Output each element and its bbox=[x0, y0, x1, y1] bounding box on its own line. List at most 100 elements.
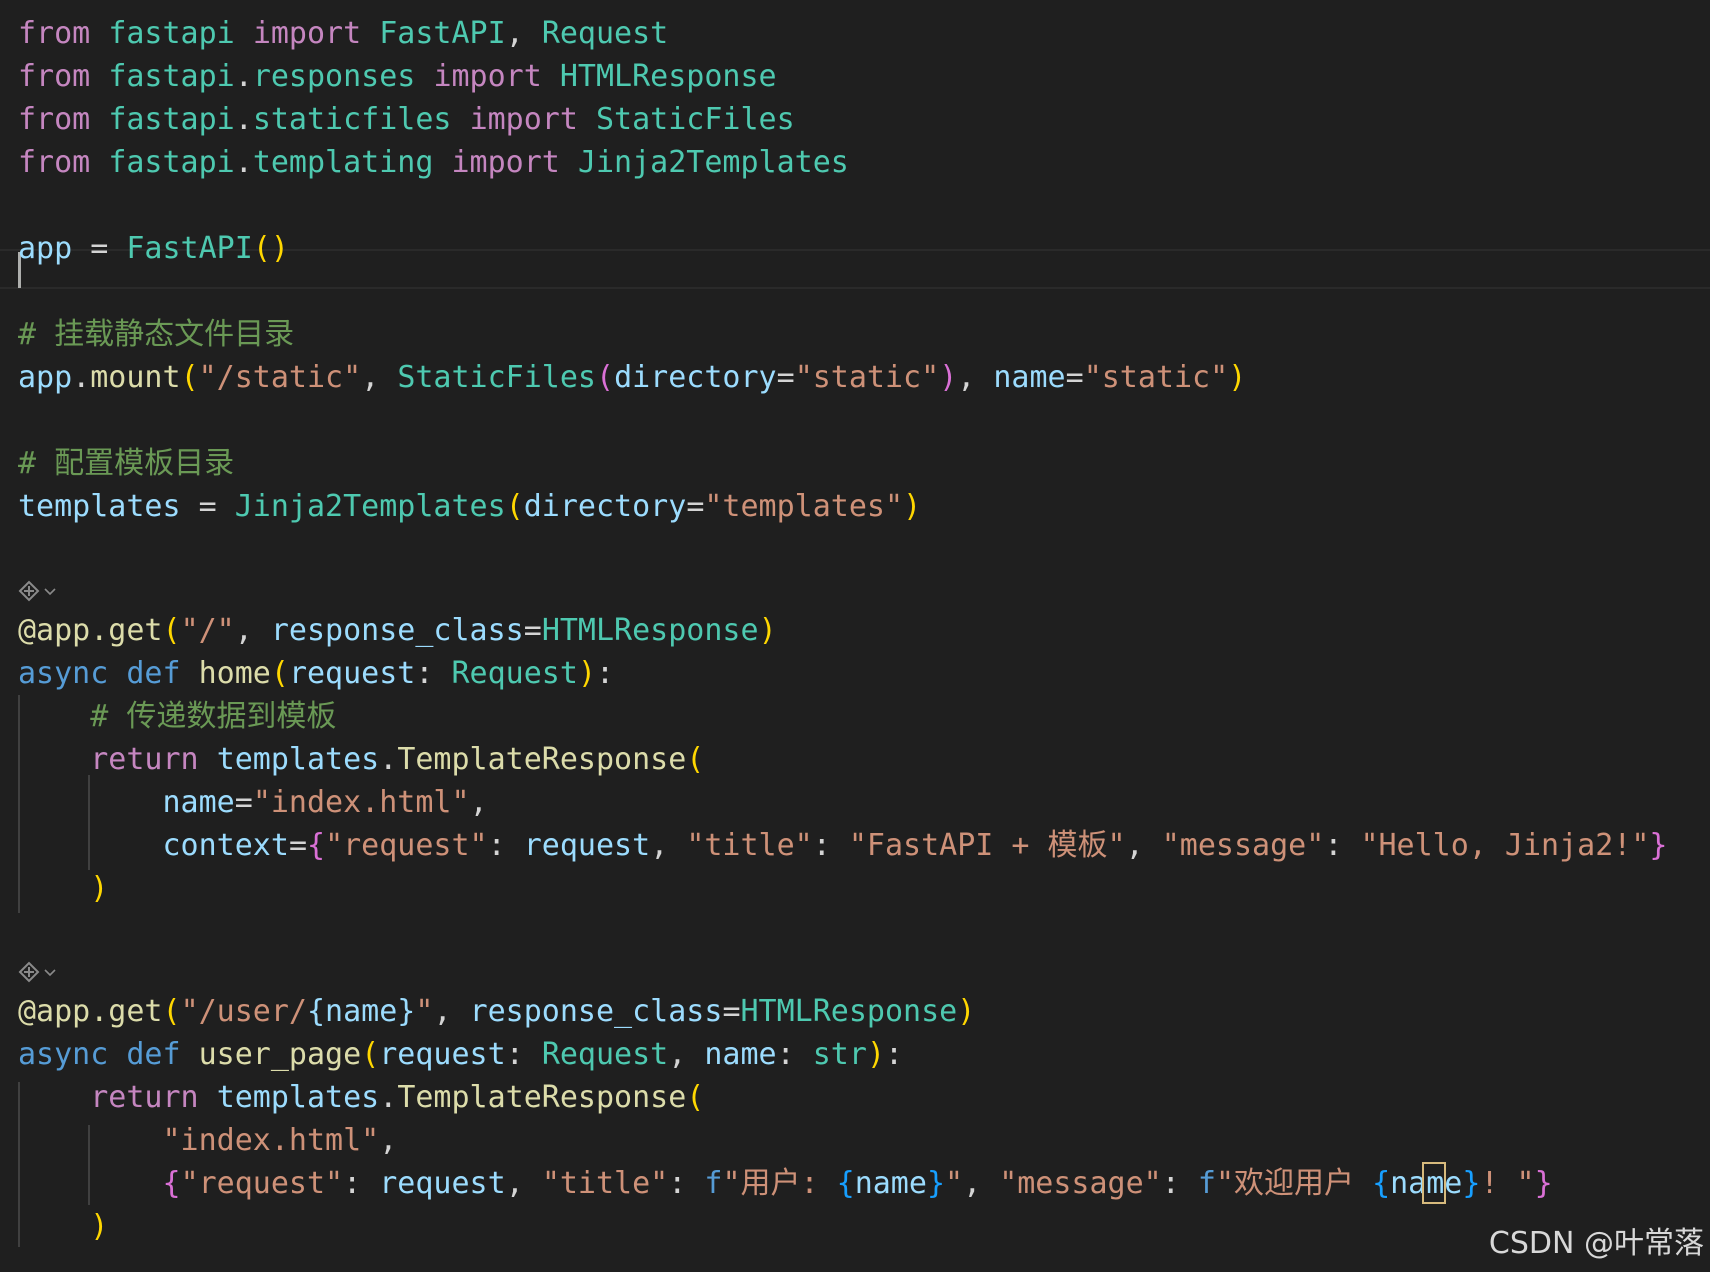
code-token: import bbox=[252, 16, 362, 51]
code-editor[interactable]: from fastapi import FastAPI, Request fro… bbox=[0, 0, 1710, 1272]
code-token: return bbox=[90, 1080, 199, 1115]
code-token: "/" bbox=[180, 613, 235, 648]
code-line-comment-pass-data[interactable]: # 传递数据到模板 bbox=[18, 696, 336, 738]
code-line-comment-mount[interactable]: # 挂载静态文件目录 bbox=[18, 314, 294, 356]
code-token: fastapi bbox=[108, 102, 235, 137]
code-token: ( bbox=[596, 360, 615, 395]
code-token: app bbox=[18, 231, 73, 266]
code-line-def-home[interactable]: async def home(request: Request): bbox=[18, 653, 614, 695]
code-line-def-user-page[interactable]: async def user_page(request: Request, na… bbox=[18, 1034, 903, 1076]
code-token: : bbox=[885, 1037, 904, 1072]
code-token: request bbox=[379, 1166, 506, 1201]
code-token: async bbox=[18, 656, 109, 691]
code-token: { bbox=[836, 1166, 855, 1201]
code-token: f bbox=[704, 1166, 723, 1201]
code-token: "request" bbox=[180, 1166, 344, 1201]
code-token: name bbox=[854, 1166, 927, 1201]
code-token: directory bbox=[614, 360, 777, 395]
code-token: ( bbox=[505, 489, 524, 524]
code-line-import-templating[interactable]: from fastapi.templating import Jinja2Tem… bbox=[18, 142, 849, 184]
code-line-comment-templates[interactable]: # 配置模板目录 bbox=[18, 443, 234, 485]
code-token: ) bbox=[90, 1209, 109, 1244]
code-token: def bbox=[126, 656, 181, 691]
code-token: : bbox=[487, 828, 524, 863]
code-token: fastapi bbox=[108, 16, 235, 51]
code-token: templating bbox=[252, 145, 434, 180]
code-line-decorator-home[interactable]: @app.get("/", response_class=HTMLRespons… bbox=[18, 610, 777, 652]
code-token: "static" bbox=[1083, 360, 1229, 395]
code-token: @app.get bbox=[18, 994, 163, 1029]
code-token: responses bbox=[252, 59, 416, 94]
code-line-close-user[interactable]: ) bbox=[18, 1206, 108, 1248]
code-line-return-user[interactable]: return templates.TemplateResponse( bbox=[18, 1077, 704, 1119]
code-token: , bbox=[433, 994, 470, 1029]
code-token: name bbox=[704, 1037, 777, 1072]
code-token: : bbox=[343, 1166, 380, 1201]
code-token: name bbox=[993, 360, 1066, 395]
code-token: ( bbox=[361, 1037, 380, 1072]
code-line-arg-context[interactable]: context={"request": request, "title": "F… bbox=[18, 825, 1668, 867]
code-line-import-staticfiles[interactable]: from fastapi.staticfiles import StaticFi… bbox=[18, 99, 795, 141]
code-line-return-home[interactable]: return templates.TemplateResponse( bbox=[18, 739, 704, 781]
code-token: from bbox=[18, 59, 91, 94]
code-token: f bbox=[1197, 1166, 1216, 1201]
code-token: . bbox=[234, 59, 253, 94]
code-line-arg-name[interactable]: name="index.html", bbox=[18, 782, 488, 824]
code-token: : bbox=[1324, 828, 1361, 863]
code-token: "/user/ bbox=[180, 994, 307, 1029]
code-token: HTMLResponse bbox=[541, 613, 759, 648]
code-token: "index.html" bbox=[162, 1123, 380, 1158]
code-token: = bbox=[234, 785, 253, 820]
code-token: from bbox=[18, 102, 91, 137]
code-token: return bbox=[90, 742, 199, 777]
code-line-templates[interactable]: templates = Jinja2Templates(directory="t… bbox=[18, 486, 921, 528]
code-token: = bbox=[523, 613, 542, 648]
code-token: "message" bbox=[1161, 828, 1325, 863]
code-line-app[interactable]: app = FastAPI() bbox=[18, 228, 289, 270]
codelens-run[interactable] bbox=[16, 957, 58, 987]
code-token: "欢迎用户 bbox=[1215, 1166, 1373, 1201]
code-token: { bbox=[1372, 1166, 1391, 1201]
code-token: mount bbox=[90, 360, 181, 395]
code-token: ( bbox=[270, 656, 289, 691]
code-token: ( bbox=[162, 994, 181, 1029]
code-line-decorator-user[interactable]: @app.get("/user/{name}", response_class=… bbox=[18, 991, 975, 1033]
code-token: import bbox=[469, 102, 578, 137]
code-token: response_class bbox=[270, 613, 524, 648]
code-token: # 传递数据到模板 bbox=[90, 699, 337, 734]
code-token: "request" bbox=[325, 828, 488, 863]
code-token: "templates" bbox=[704, 489, 904, 524]
code-token: : bbox=[415, 656, 452, 691]
code-line-import-fastapi[interactable]: from fastapi import FastAPI, Request bbox=[18, 13, 668, 55]
code-token: ) bbox=[866, 1037, 885, 1072]
code-token: templates bbox=[216, 1080, 380, 1115]
code-token: user_page bbox=[198, 1037, 362, 1072]
code-token: request bbox=[379, 1037, 506, 1072]
code-token: } bbox=[1649, 828, 1668, 863]
code-line-import-responses[interactable]: from fastapi.responses import HTMLRespon… bbox=[18, 56, 777, 98]
code-line-arg-dict[interactable]: {"request": request, "title": f"用户: {nam… bbox=[18, 1163, 1553, 1205]
code-token: FastAPI bbox=[126, 231, 253, 266]
code-token: import bbox=[451, 145, 560, 180]
code-token: TemplateResponse bbox=[397, 742, 687, 777]
chevron-down-icon bbox=[44, 588, 56, 596]
code-token: } bbox=[1462, 1166, 1481, 1201]
code-token: = bbox=[686, 489, 705, 524]
code-token: . bbox=[72, 360, 91, 395]
code-line-arg-template[interactable]: "index.html", bbox=[18, 1120, 398, 1162]
code-token: , bbox=[668, 1037, 705, 1072]
code-line-mount[interactable]: app.mount("/static", StaticFiles(directo… bbox=[18, 357, 1246, 399]
code-token: request bbox=[523, 828, 651, 863]
code-token: fastapi bbox=[108, 145, 235, 180]
code-line-close-home[interactable]: ) bbox=[18, 868, 108, 910]
codelens-run[interactable] bbox=[16, 576, 58, 606]
code-token: ) bbox=[90, 871, 109, 906]
